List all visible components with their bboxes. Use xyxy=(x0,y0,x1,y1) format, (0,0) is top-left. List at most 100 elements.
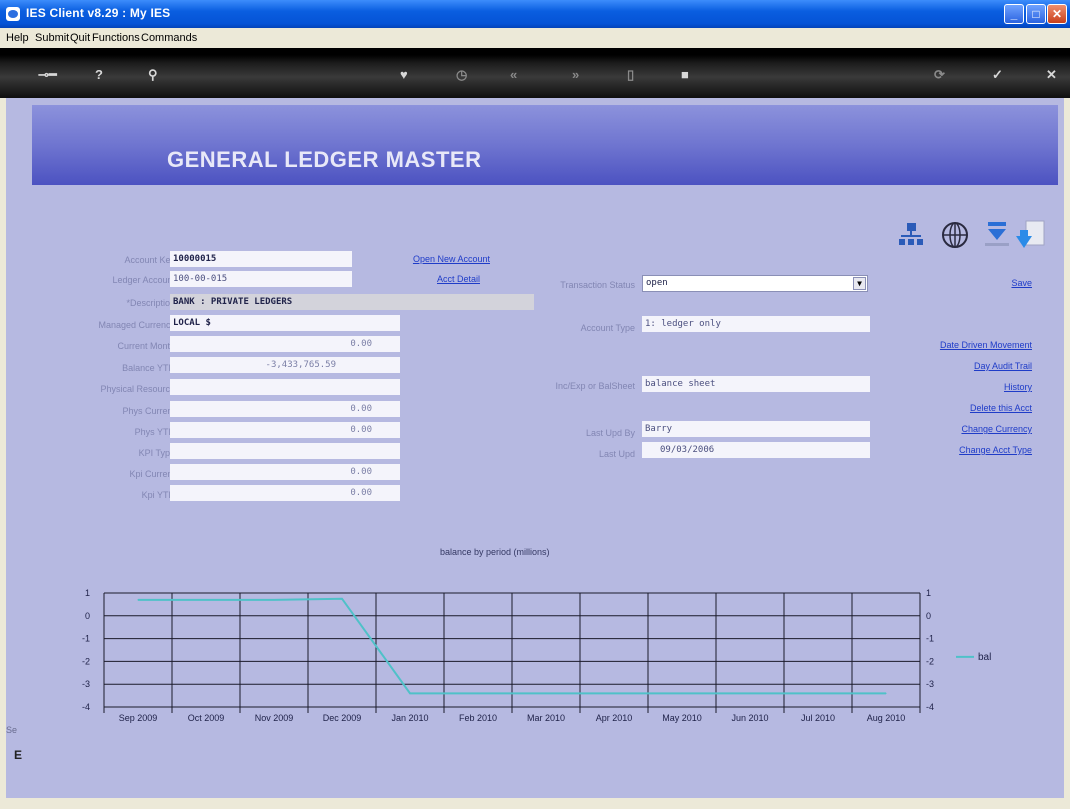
phys-ytd-field: 0.00 xyxy=(170,422,400,438)
status-text: Se xyxy=(6,725,18,735)
x-tick-label: Sep 2009 xyxy=(119,713,158,723)
account-type-label: Account Type xyxy=(580,323,635,333)
globe-icon[interactable] xyxy=(940,220,970,250)
x-tick-label: Jan 2010 xyxy=(391,713,428,723)
close-button[interactable]: ✕ xyxy=(1047,4,1067,24)
data-point xyxy=(545,692,547,694)
data-point xyxy=(273,599,275,601)
x-tick-label: Jun 2010 xyxy=(731,713,768,723)
menu-commands[interactable]: Commands xyxy=(141,32,197,44)
acct-detail-link[interactable]: Acct Detail xyxy=(380,274,480,284)
key-icon[interactable]: ⊸━ xyxy=(38,67,57,83)
data-point xyxy=(681,692,683,694)
rewind-icon[interactable]: « xyxy=(510,67,517,82)
y-tick-label-right: 0 xyxy=(926,611,931,621)
data-point xyxy=(749,692,751,694)
heart-icon[interactable]: ♥ xyxy=(400,67,408,82)
account-key-field[interactable]: 10000015 xyxy=(170,251,352,267)
legend-label-bal: bal xyxy=(978,652,991,663)
history-link[interactable]: History xyxy=(880,382,1032,392)
inc-exp-field: balance sheet xyxy=(642,376,870,392)
data-point xyxy=(205,599,207,601)
kpi-type-label: KPI Type xyxy=(138,448,175,458)
last-upd-label: Last Upd xyxy=(598,449,635,459)
phys-current-label: Phys Current xyxy=(122,406,175,416)
maximize-button[interactable]: □ xyxy=(1026,4,1046,24)
transaction-status-select[interactable]: open ▼ xyxy=(642,275,868,292)
y-tick-label-right: -4 xyxy=(926,702,934,712)
description-label: *Description xyxy=(126,298,175,308)
y-tick-label-left: -1 xyxy=(82,634,90,644)
menu-quit[interactable]: Quit xyxy=(70,32,90,44)
title-bar: IES Client v8.29 : My IES _ □ ✕ xyxy=(0,0,1070,28)
day-audit-trail-link[interactable]: Day Audit Trail xyxy=(880,361,1032,371)
window-title: IES Client v8.29 : My IES xyxy=(26,6,171,20)
clock-icon[interactable]: ◷ xyxy=(456,67,467,83)
search-icon[interactable]: ⚲ xyxy=(148,67,158,83)
last-upd-by-field: Barry xyxy=(642,421,870,437)
transaction-status-label: Transaction Status xyxy=(560,280,635,290)
menu-help[interactable]: Help xyxy=(6,32,29,44)
close-icon[interactable]: ✕ xyxy=(1046,67,1057,83)
data-point xyxy=(341,598,343,600)
open-new-account-link[interactable]: Open New Account xyxy=(360,254,490,264)
current-month-field: 0.00 xyxy=(170,336,400,352)
y-tick-label-right: -3 xyxy=(926,679,934,689)
y-tick-label-left: -2 xyxy=(82,656,90,666)
data-point xyxy=(477,692,479,694)
description-field[interactable]: BANK : PRIVATE LEDGERS xyxy=(170,294,534,310)
kpi-ytd-field: 0.00 xyxy=(170,485,400,501)
save-link[interactable]: Save xyxy=(900,278,1032,288)
phys-ytd-label: Phys YTD xyxy=(134,427,175,437)
refresh-icon[interactable]: ⟳ xyxy=(934,67,945,83)
x-tick-label: Feb 2010 xyxy=(459,713,497,723)
forward-icon[interactable]: » xyxy=(572,67,579,82)
managed-currency-label: Managed Currency xyxy=(98,320,175,330)
kpi-type-field[interactable] xyxy=(170,443,400,459)
download-icon[interactable] xyxy=(982,220,1012,250)
hierarchy-icon[interactable] xyxy=(898,222,924,248)
check-icon[interactable]: ✓ xyxy=(992,67,1003,83)
data-point xyxy=(817,692,819,694)
kpi-ytd-label: Kpi YTD xyxy=(141,490,175,500)
page-banner: GENERAL LEDGER MASTER xyxy=(32,105,1058,185)
x-tick-label: May 2010 xyxy=(662,713,702,723)
account-type-field: 1: ledger only xyxy=(642,316,870,332)
data-point xyxy=(885,692,887,694)
change-acct-type-link[interactable]: Change Acct Type xyxy=(880,445,1032,455)
menu-submit[interactable]: Submit xyxy=(35,32,69,44)
menu-functions[interactable]: Functions xyxy=(92,32,140,44)
help-icon[interactable]: ? xyxy=(95,67,103,82)
chevron-down-icon[interactable]: ▼ xyxy=(853,277,866,290)
y-tick-label-left: -3 xyxy=(82,679,90,689)
change-currency-link[interactable]: Change Currency xyxy=(880,424,1032,434)
toolbar: ⊸━ ? ⚲ ♥ ◷ « » ▯ ■ ⟳ ✓ ✕ xyxy=(0,48,1070,98)
kpi-current-label: Kpi Current xyxy=(129,469,175,479)
ledger-account-label: Ledger Account xyxy=(112,275,175,285)
x-tick-label: Jul 2010 xyxy=(801,713,835,723)
y-tick-label-left: 0 xyxy=(85,611,90,621)
page-icon[interactable]: ▯ xyxy=(627,67,634,83)
transaction-status-value: open xyxy=(646,278,668,288)
minimize-button[interactable]: _ xyxy=(1004,4,1024,24)
y-tick-label-left: -4 xyxy=(82,702,90,712)
x-tick-label: Oct 2009 xyxy=(188,713,225,723)
chart-title: balance by period (millions) xyxy=(440,547,550,557)
stop-icon[interactable]: ■ xyxy=(681,67,689,82)
date-driven-movement-link[interactable]: Date Driven Movement xyxy=(880,340,1032,350)
kpi-current-field: 0.00 xyxy=(170,464,400,480)
data-point xyxy=(409,692,411,694)
physical-resource-label: Physical Resource xyxy=(100,384,175,394)
app-window: IES Client v8.29 : My IES _ □ ✕ Help Sub… xyxy=(0,0,1070,809)
import-icon[interactable] xyxy=(1016,220,1046,252)
ledger-account-field[interactable]: 100-00-015 xyxy=(170,271,352,287)
physical-resource-field[interactable] xyxy=(170,379,400,395)
delete-this-acct-link[interactable]: Delete this Acct xyxy=(880,403,1032,413)
y-tick-label-right: -1 xyxy=(926,634,934,644)
x-tick-label: Mar 2010 xyxy=(527,713,565,723)
managed-currency-field[interactable]: LOCAL $ xyxy=(170,315,400,331)
y-tick-label-left: 1 xyxy=(85,588,90,598)
page-title: GENERAL LEDGER MASTER xyxy=(167,147,482,172)
phys-current-field: 0.00 xyxy=(170,401,400,417)
x-tick-label: Apr 2010 xyxy=(596,713,633,723)
